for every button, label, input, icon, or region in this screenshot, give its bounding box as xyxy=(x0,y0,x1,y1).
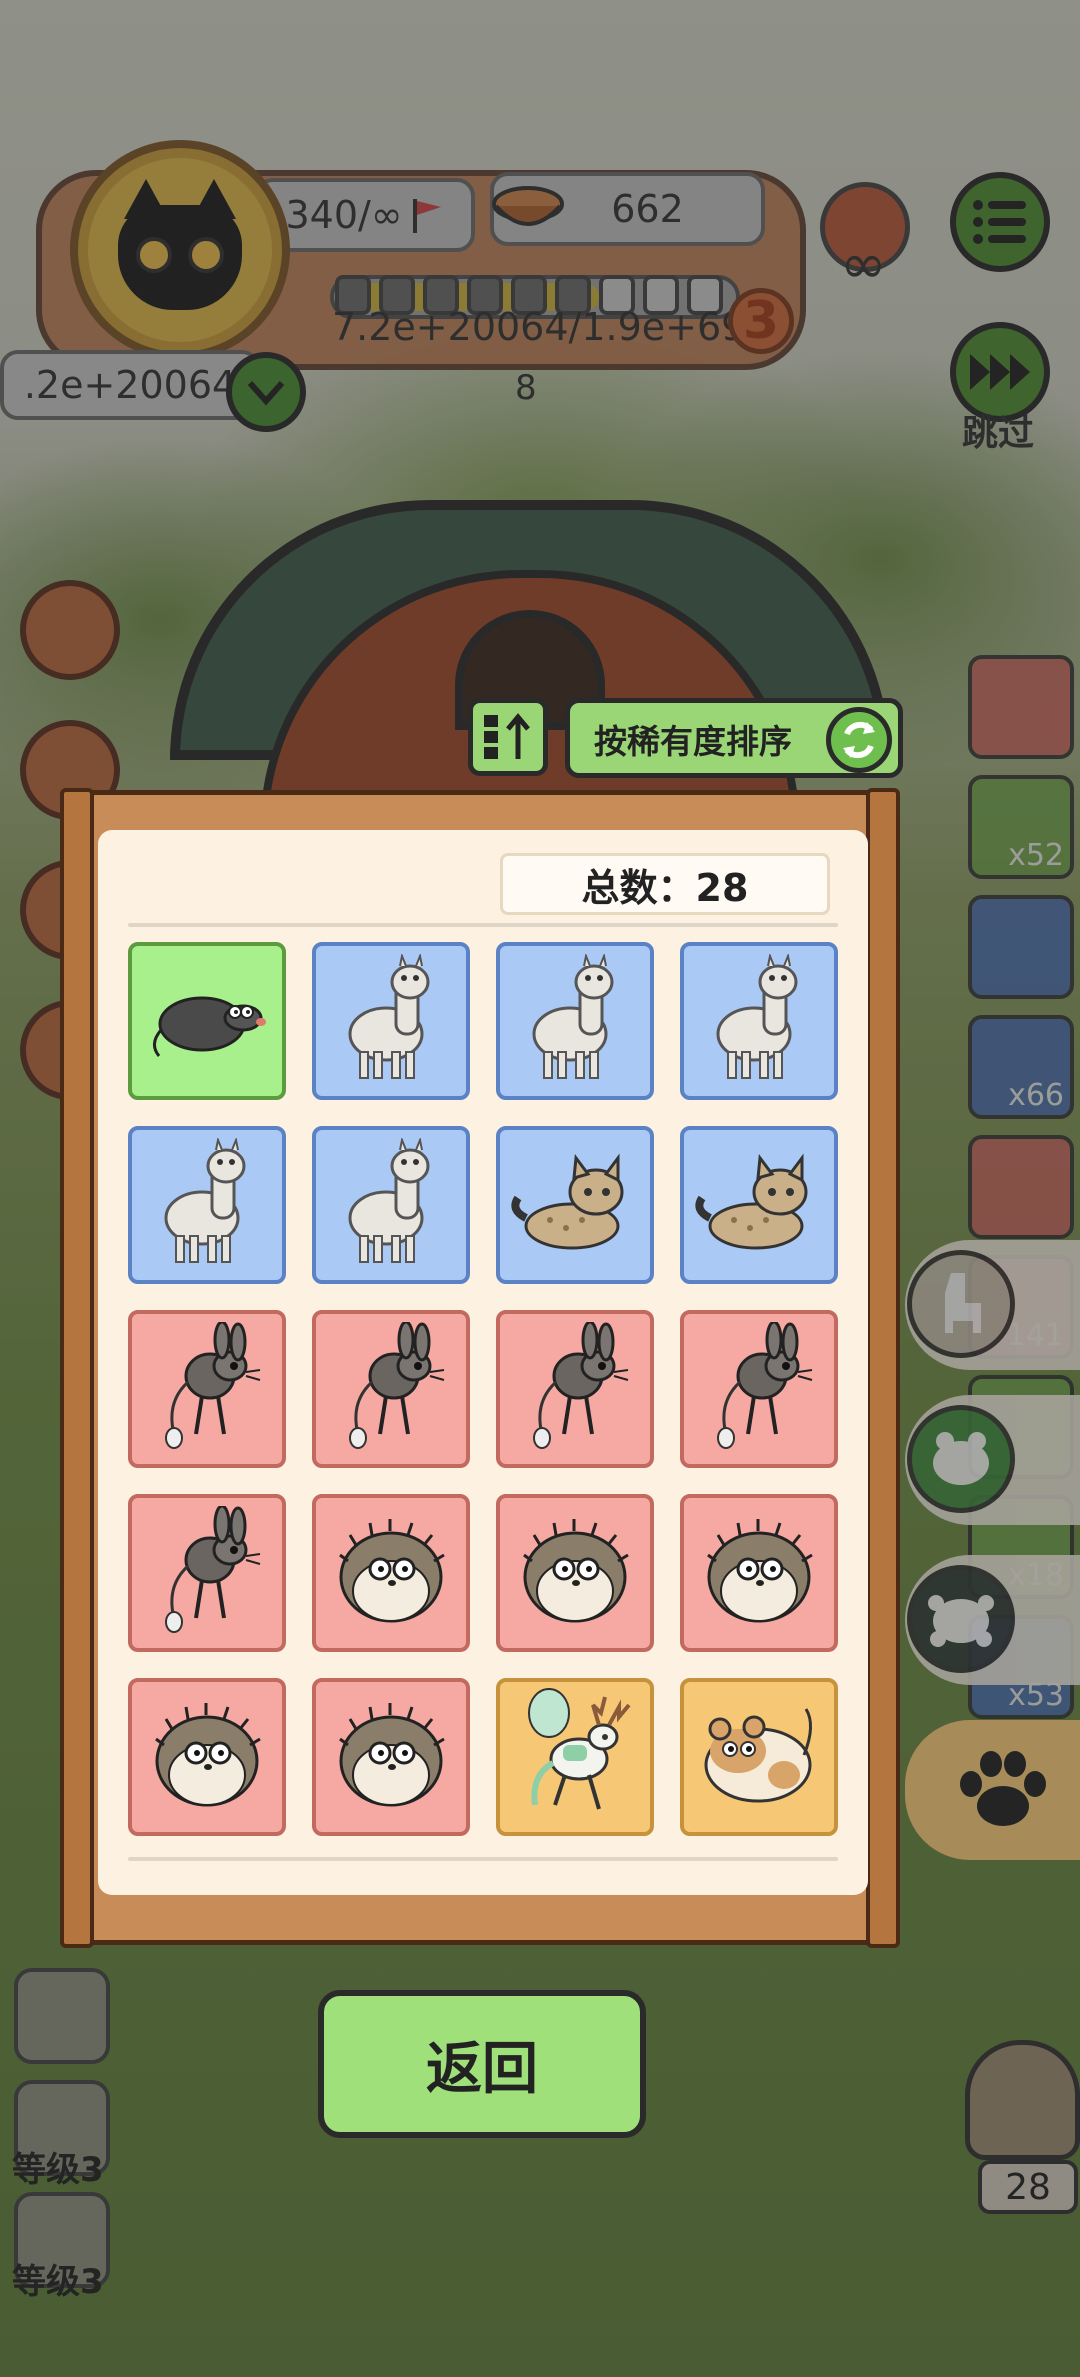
hedgehog-icon xyxy=(326,1511,456,1635)
hedgehog-icon xyxy=(694,1511,824,1635)
hedgehog-icon xyxy=(510,1511,640,1635)
animal-card-alpaca[interactable] xyxy=(128,1126,286,1284)
jerboa-icon xyxy=(336,1320,446,1456)
sort-label: 按稀有度排序 xyxy=(594,722,792,761)
sand-cat-icon xyxy=(694,1148,824,1262)
bottom-divider xyxy=(128,1857,838,1861)
jerboa-icon xyxy=(152,1504,262,1640)
animal-card-mole[interactable] xyxy=(128,942,286,1100)
jerboa-icon xyxy=(704,1320,814,1456)
animal-card-jerboa[interactable] xyxy=(128,1310,286,1468)
animal-card-sand-cat[interactable] xyxy=(496,1126,654,1284)
refresh-icon xyxy=(826,707,892,773)
alpaca-icon xyxy=(152,1136,262,1272)
animal-card-hedgehog[interactable] xyxy=(312,1678,470,1836)
collection-grid xyxy=(128,942,840,1836)
return-button[interactable]: 返回 xyxy=(318,1990,646,2138)
sort-by-rarity-button[interactable]: 按稀有度排序 xyxy=(565,698,903,778)
animal-card-hedgehog[interactable] xyxy=(128,1678,286,1836)
hedgehog-icon xyxy=(142,1695,272,1819)
total-label: 总数：28 xyxy=(581,865,749,910)
animal-card-jerboa[interactable] xyxy=(312,1310,470,1468)
animal-card-hedgehog[interactable] xyxy=(496,1494,654,1652)
hedgehog-icon xyxy=(326,1695,456,1819)
alpaca-icon xyxy=(520,952,630,1088)
jerboa-icon xyxy=(520,1320,630,1456)
sand-cat-icon xyxy=(510,1148,640,1262)
total-count: 总数：28 xyxy=(500,853,830,915)
alpaca-icon xyxy=(336,952,446,1088)
sort-direction-button[interactable] xyxy=(468,698,548,776)
animal-card-jerboa[interactable] xyxy=(680,1310,838,1468)
mole-icon xyxy=(147,974,267,1068)
animal-card-deer-spirit[interactable] xyxy=(496,1678,654,1836)
animal-card-sand-cat[interactable] xyxy=(680,1126,838,1284)
animal-card-jerboa[interactable] xyxy=(128,1494,286,1652)
deer-spirit-icon xyxy=(515,1685,635,1829)
animal-card-alpaca[interactable] xyxy=(496,942,654,1100)
top-divider xyxy=(128,923,838,927)
jerboa-icon xyxy=(152,1320,262,1456)
animal-card-alpaca[interactable] xyxy=(312,942,470,1100)
sort-bars-icon xyxy=(484,713,530,759)
hamster-icon xyxy=(694,1695,824,1819)
return-label: 返回 xyxy=(426,2036,538,2102)
animal-card-hedgehog[interactable] xyxy=(680,1494,838,1652)
frame-post-right xyxy=(866,788,900,1948)
animal-card-alpaca[interactable] xyxy=(680,942,838,1100)
animal-card-hamster[interactable] xyxy=(680,1678,838,1836)
animal-card-jerboa[interactable] xyxy=(496,1310,654,1468)
animal-card-alpaca[interactable] xyxy=(312,1126,470,1284)
alpaca-icon xyxy=(704,952,814,1088)
alpaca-icon xyxy=(336,1136,446,1272)
animal-card-hedgehog[interactable] xyxy=(312,1494,470,1652)
frame-post-left xyxy=(60,788,94,1948)
